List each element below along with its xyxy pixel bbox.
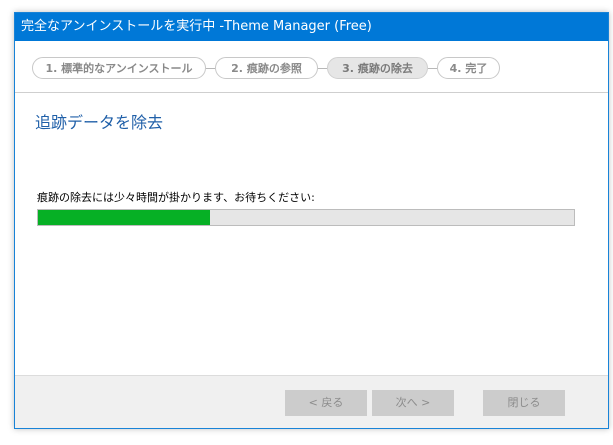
step-connector	[206, 68, 215, 69]
step-remove-traces: 3. 痕跡の除去	[327, 57, 428, 79]
step-label: 2. 痕跡の参照	[231, 62, 302, 75]
close-button[interactable]: 閉じる	[483, 390, 565, 416]
progress-bar	[37, 209, 575, 226]
window-title: 完全なアンインストールを実行中 -Theme Manager (Free)	[21, 19, 372, 34]
step-connector	[428, 68, 437, 69]
title-bar[interactable]: 完全なアンインストールを実行中 -Theme Manager (Free)	[15, 13, 608, 41]
page-heading: 追跡データを除去	[35, 113, 164, 132]
uninstall-window: 完全なアンインストールを実行中 -Theme Manager (Free) 1.…	[14, 12, 609, 429]
step-standard-uninstall: 1. 標準的なアンインストール	[32, 57, 206, 79]
wizard-steps: 1. 標準的なアンインストール 2. 痕跡の参照 3. 痕跡の除去 4. 完了	[15, 41, 608, 93]
step-label: 4. 完了	[449, 62, 488, 75]
step-complete: 4. 完了	[437, 57, 500, 79]
button-footer: < 戻る 次へ > 閉じる	[15, 375, 608, 428]
progress-fill	[38, 210, 210, 225]
header-separator	[15, 92, 608, 93]
back-button[interactable]: < 戻る	[285, 390, 367, 416]
progress-message: 痕跡の除去には少々時間が掛かります、お待ちください:	[37, 191, 315, 204]
step-label: 3. 痕跡の除去	[342, 62, 413, 75]
step-label: 1. 標準的なアンインストール	[45, 62, 193, 75]
next-button[interactable]: 次へ >	[372, 390, 454, 416]
step-browse-traces: 2. 痕跡の参照	[215, 57, 318, 79]
step-connector	[318, 68, 327, 69]
